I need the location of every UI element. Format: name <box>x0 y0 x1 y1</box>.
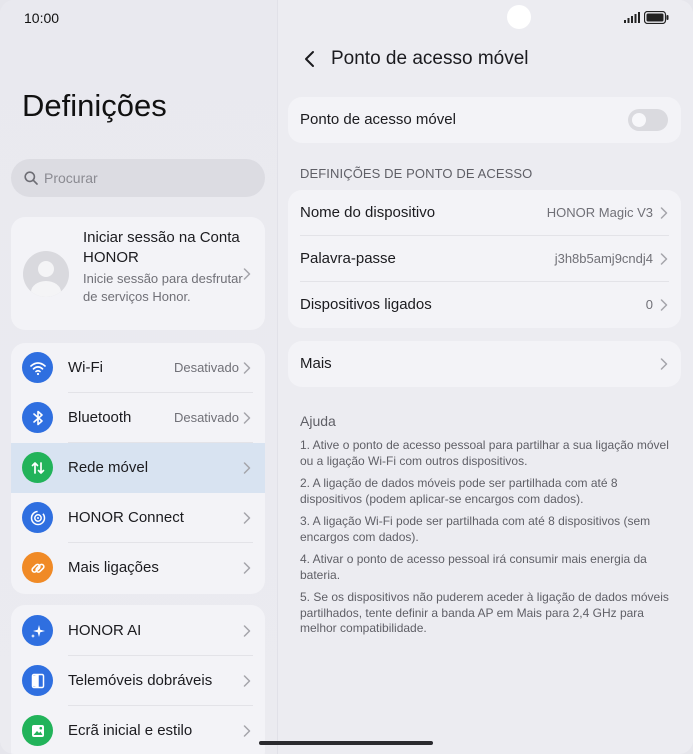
search-input[interactable] <box>44 159 254 197</box>
help-item: 4. Ativar o ponto de acesso pessoal irá … <box>300 552 647 582</box>
search-bar[interactable] <box>11 159 265 197</box>
account-card[interactable]: Iniciar sessão na Conta HONOR Inicie ses… <box>11 217 265 330</box>
search-icon <box>24 171 38 185</box>
hotspot-toggle-card: Ponto de acesso móvel <box>288 97 681 143</box>
chevron-right-icon <box>243 362 251 374</box>
help-list: 1. Ative o ponto de acesso pessoal para … <box>300 438 672 644</box>
chevron-right-icon <box>660 253 668 265</box>
menu-item-bluetooth[interactable]: Bluetooth Desativado <box>11 393 265 443</box>
chevron-right-icon <box>243 725 251 737</box>
chevron-right-icon <box>660 299 668 311</box>
menu-item-foldable-phones[interactable]: Telemóveis dobráveis <box>11 656 265 706</box>
menu-item-mobile-network[interactable]: Rede móvel <box>11 443 265 493</box>
user-silhouette-icon <box>31 261 61 297</box>
link-icon <box>22 552 53 583</box>
setting-label: Palavra-passe <box>300 250 396 267</box>
chevron-right-icon <box>243 512 251 524</box>
menu-item-label: Ecrã inicial e estilo <box>68 722 193 739</box>
hotspot-toggle-row[interactable]: Ponto de acesso móvel <box>288 97 681 143</box>
chevron-right-icon <box>660 207 668 219</box>
avatar <box>23 251 69 297</box>
more-label: Mais <box>300 355 332 372</box>
detail-title: Ponto de acesso móvel <box>331 48 529 69</box>
setting-value: HONOR Magic V3 <box>546 205 653 220</box>
chevron-right-icon <box>243 675 251 687</box>
chevron-right-icon <box>243 625 251 637</box>
hotspot-toggle-switch[interactable] <box>628 109 668 131</box>
menu-item-label: Wi-Fi <box>68 359 103 376</box>
menu-item-label: Telemóveis dobráveis <box>68 672 213 689</box>
status-time: 10:00 <box>24 10 60 26</box>
connectivity-group: Wi-Fi Desativado Bluetooth Desativado Re… <box>11 343 265 594</box>
pane-divider <box>277 0 278 754</box>
setting-label: Dispositivos ligados <box>300 296 432 313</box>
help-item: 1. Ative o ponto de acesso pessoal para … <box>300 438 669 468</box>
section-header: DEFINIÇÕES DE PONTO DE ACESSO <box>300 166 533 181</box>
menu-item-label: HONOR AI <box>68 622 142 639</box>
home-screen-icon <box>22 715 53 746</box>
ai-sparkle-icon <box>22 615 53 646</box>
account-title: Iniciar sessão na Conta HONOR <box>83 229 240 266</box>
chevron-right-icon <box>660 358 668 370</box>
wifi-icon <box>22 352 53 383</box>
menu-item-value: Desativado <box>173 360 239 375</box>
help-item: 3. A ligação Wi-Fi pode ser partilhada c… <box>300 514 651 544</box>
more-row[interactable]: Mais <box>288 341 681 387</box>
chevron-right-icon <box>243 268 251 280</box>
menu-item-honor-ai[interactable]: HONOR AI <box>11 606 265 656</box>
help-item: 5. Se os dispositivos não puderem aceder… <box>300 590 669 635</box>
device-screen: 10:00 Definições Iniciar sessão na Conta… <box>0 0 693 754</box>
battery-icon <box>644 11 669 24</box>
setting-label: Nome do dispositivo <box>300 204 436 221</box>
setting-value: j3h8b5amj9cndj4 <box>554 251 653 266</box>
more-card: Mais <box>288 341 681 387</box>
menu-item-label: Bluetooth <box>68 409 132 426</box>
password-row[interactable]: Palavra-passe j3h8b5amj9cndj4 <box>288 236 681 282</box>
chevron-right-icon <box>243 562 251 574</box>
bluetooth-icon <box>22 402 53 433</box>
signal-icon <box>624 12 640 23</box>
front-camera <box>507 5 531 29</box>
menu-item-home-screen[interactable]: Ecrã inicial e estilo <box>11 706 265 754</box>
account-subtitle: Inicie sessão para desfrutar de serviços… <box>83 271 243 304</box>
menu-item-value: Desativado <box>173 410 239 425</box>
connected-devices-row[interactable]: Dispositivos ligados 0 <box>288 282 681 328</box>
mobile-data-icon <box>22 452 53 483</box>
home-indicator[interactable] <box>259 741 433 745</box>
hotspot-settings-card: Nome do dispositivo HONOR Magic V3 Palav… <box>288 190 681 328</box>
setting-value: 0 <box>645 297 653 312</box>
help-item: 2. A ligação de dados móveis pode ser pa… <box>300 476 618 506</box>
page-title: Definições <box>22 88 167 123</box>
features-group: HONOR AI Telemóveis dobráveis Ecrã inici… <box>11 605 265 754</box>
menu-item-honor-connect[interactable]: HONOR Connect <box>11 493 265 543</box>
menu-item-label: Mais ligações <box>68 559 159 576</box>
help-title: Ajuda <box>300 413 336 429</box>
chevron-right-icon <box>243 462 251 474</box>
menu-item-label: HONOR Connect <box>68 509 184 526</box>
menu-item-more-connections[interactable]: Mais ligações <box>11 543 265 593</box>
back-arrow-icon[interactable] <box>303 49 317 69</box>
hotspot-toggle-label: Ponto de acesso móvel <box>300 111 456 128</box>
honor-connect-icon <box>22 502 53 533</box>
chevron-right-icon <box>243 412 251 424</box>
menu-item-wifi[interactable]: Wi-Fi Desativado <box>11 343 265 393</box>
toggle-knob <box>632 113 646 127</box>
menu-item-label: Rede móvel <box>68 459 149 476</box>
device-name-row[interactable]: Nome do dispositivo HONOR Magic V3 <box>288 190 681 236</box>
foldable-icon <box>22 665 53 696</box>
